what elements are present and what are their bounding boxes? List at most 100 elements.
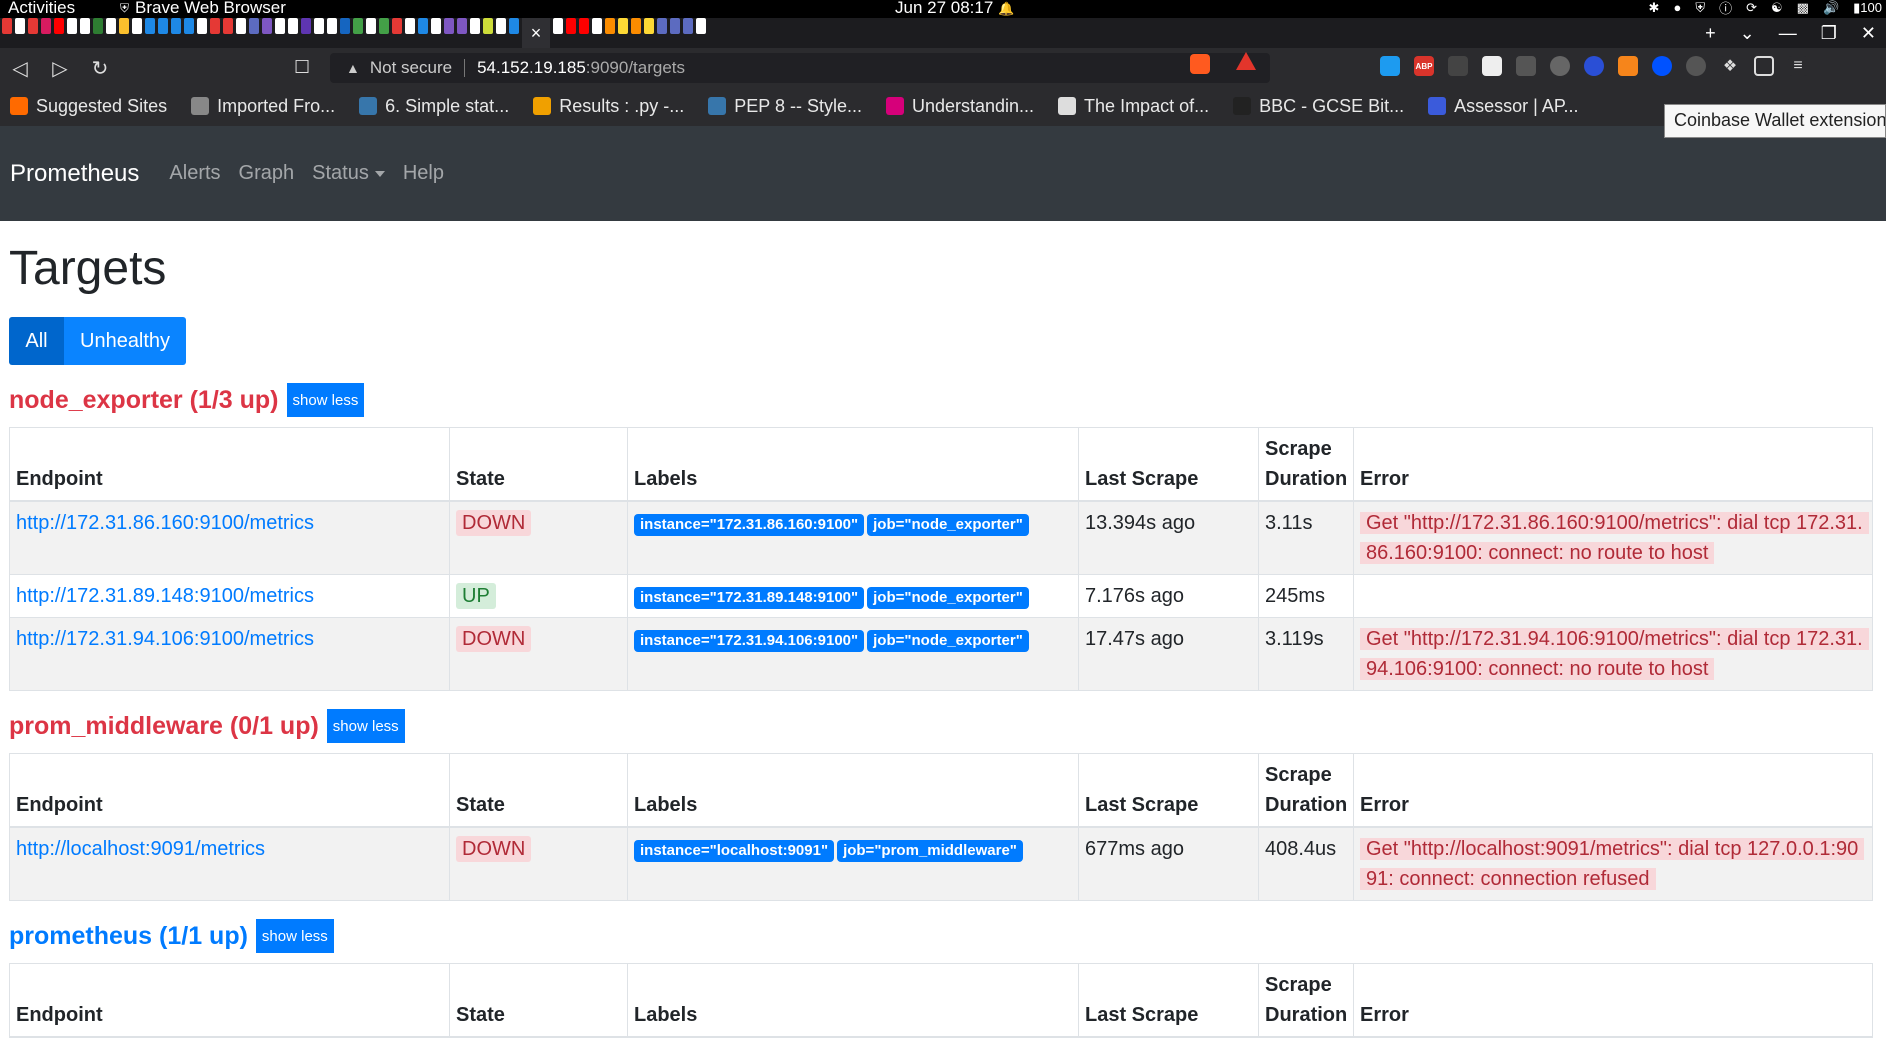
minimize-icon[interactable]: — [1779,23,1797,44]
bookmark-page-icon[interactable]: ☐ [294,57,310,78]
target-group-title[interactable]: prom_middleware (0/1 up) [9,712,319,741]
adblock-plus-icon[interactable]: ABP [1414,56,1434,76]
clock[interactable]: Jun 27 08:17 🔔 [895,0,1014,18]
tab-favicon-icon[interactable] [262,18,272,34]
tab-favicon-icon[interactable] [275,18,285,34]
tab-favicon-icon[interactable] [145,18,155,34]
tab-favicon-icon[interactable] [80,18,90,34]
system-tray[interactable]: ✱ ● ⛨ ⓘ ⟳ ☯ ▩ 🔊 ▮100 [1649,0,1886,17]
back-icon[interactable]: ◁ [0,56,40,81]
tab-favicon-icon[interactable] [566,18,576,34]
tab-favicon-icon[interactable] [644,18,654,34]
tab-favicon-icon[interactable] [483,18,493,34]
tab-favicon-icon[interactable] [314,18,324,34]
tab-search-chevron-icon[interactable]: ⌄ [1740,23,1755,44]
tab-favicon-icon[interactable] [132,18,142,34]
tab-favicon-icon[interactable] [553,18,563,34]
bookmark-item[interactable]: Results : .py -... [533,96,684,117]
bookmark-item[interactable]: 6. Simple stat... [359,96,509,117]
tab-favicon-icon[interactable] [54,18,64,34]
tab-favicon-icon[interactable] [249,18,259,34]
nav-help[interactable]: Help [403,162,444,185]
target-group-title[interactable]: prometheus (1/1 up) [9,922,248,951]
tab-favicon-icon[interactable] [431,18,441,34]
tab-favicon-icon[interactable] [41,18,51,34]
tab-favicon-icon[interactable] [418,18,428,34]
tab-favicon-icon[interactable] [696,18,706,34]
show-less-button[interactable]: show less [326,709,405,743]
target-group-title[interactable]: node_exporter (1/3 up) [9,386,279,415]
coinbase-wallet-icon[interactable] [1652,56,1672,76]
active-tab-close-icon[interactable]: × [522,18,550,48]
tab-favicon-icon[interactable] [106,18,116,34]
tab-favicon-icon[interactable] [288,18,298,34]
tab-favicon-icon[interactable] [327,18,337,34]
tab-favicon-icon[interactable] [340,18,350,34]
not-secure-label[interactable]: Not secure [370,58,452,78]
show-less-button[interactable]: show less [286,383,365,417]
brave-shields-icon[interactable] [1190,54,1210,74]
bookmark-item[interactable]: BBC - GCSE Bit... [1233,96,1404,117]
tab-favicon-icon[interactable] [67,18,77,34]
tab-favicon-icon[interactable] [470,18,480,34]
tab-strip[interactable]: × + ⌄ — ❐ ✕ [0,18,1886,48]
tab-favicon-icon[interactable] [366,18,376,34]
extension-icon[interactable] [1380,56,1400,76]
bookmark-item[interactable]: Assessor | AP... [1428,96,1579,117]
endpoint-link[interactable]: http://172.31.94.106:9100/metrics [16,628,314,650]
filter-unhealthy-button[interactable]: Unhealthy [64,317,187,365]
tab-favicon-icon[interactable] [223,18,233,34]
tab-favicon-icon[interactable] [444,18,454,34]
tab-favicon-icon[interactable] [631,18,641,34]
tab-favicon-icon[interactable] [405,18,415,34]
react-devtools-icon[interactable] [1516,56,1536,76]
warning-triangle-icon[interactable]: ▲ [346,60,360,76]
bookmark-item[interactable]: The Impact of... [1058,96,1209,117]
brave-rewards-icon[interactable] [1236,52,1256,70]
reload-icon[interactable]: ↻ [80,56,120,81]
maximize-icon[interactable]: ❐ [1821,23,1837,44]
tab-favicon-icon[interactable] [670,18,680,34]
tab-favicon-icon[interactable] [158,18,168,34]
new-tab-icon[interactable]: + [1705,23,1716,44]
nav-alerts[interactable]: Alerts [169,162,220,185]
tab-favicon-icon[interactable] [579,18,589,34]
activities-button[interactable]: Activities [8,0,75,18]
bookmark-item[interactable]: PEP 8 -- Style... [708,96,862,117]
close-window-icon[interactable]: ✕ [1861,23,1876,44]
tab-favicon-icon[interactable] [119,18,129,34]
tab-favicon-icon[interactable] [236,18,246,34]
menu-icon[interactable]: ≡ [1788,56,1808,76]
tab-favicon-icon[interactable] [2,18,12,34]
show-less-button[interactable]: show less [255,919,334,953]
tab-favicon-icon[interactable] [457,18,467,34]
tab-favicon-icon[interactable] [683,18,693,34]
tab-favicon-icon[interactable] [353,18,363,34]
prometheus-brand[interactable]: Prometheus [10,160,139,188]
tab-favicon-icon[interactable] [392,18,402,34]
tab-favicon-icon[interactable] [171,18,181,34]
app-menu[interactable]: ⛨ Brave Web Browser [120,0,286,18]
wallet-icon[interactable] [1584,56,1604,76]
puzzle-icon[interactable]: ❖ [1720,56,1740,76]
tab-favicon-icon[interactable] [93,18,103,34]
tab-favicon-icon[interactable] [210,18,220,34]
tab-favicon-icon[interactable] [509,18,519,34]
wallet-button-icon[interactable] [1754,56,1774,76]
tab-favicons[interactable]: × [0,18,706,48]
tab-favicon-icon[interactable] [379,18,389,34]
filter-all-button[interactable]: All [9,317,64,365]
nav-graph[interactable]: Graph [239,162,295,185]
nav-status[interactable]: Status [312,162,385,185]
endpoint-link[interactable]: http://172.31.89.148:9100/metrics [16,585,314,607]
metamask-icon[interactable] [1618,56,1638,76]
tab-favicon-icon[interactable] [605,18,615,34]
tab-favicon-icon[interactable] [197,18,207,34]
forward-icon[interactable]: ▷ [40,56,80,81]
tab-favicon-icon[interactable] [592,18,602,34]
address-bar[interactable]: ▲ Not secure 54.152.19.185:9090/targets [330,53,1270,83]
target-icon[interactable] [1550,56,1570,76]
tab-favicon-icon[interactable] [301,18,311,34]
bookmark-item[interactable]: Imported Fro... [191,96,335,117]
tab-favicon-icon[interactable] [618,18,628,34]
